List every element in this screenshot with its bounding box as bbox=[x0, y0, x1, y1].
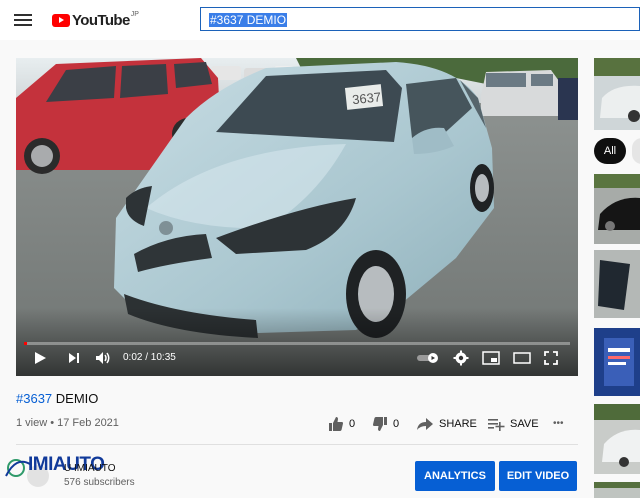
subscriber-count: 576 subscribers bbox=[64, 477, 135, 488]
player-controls: 0:02 / 10:35 bbox=[16, 346, 578, 376]
like-button[interactable]: 0 bbox=[328, 416, 355, 432]
hamburger-menu-icon[interactable] bbox=[14, 11, 32, 27]
youtube-logo[interactable]: YouTube JP bbox=[52, 10, 139, 30]
progress-fill bbox=[24, 342, 28, 345]
save-button[interactable]: SAVE bbox=[487, 416, 539, 432]
search-input[interactable]: #3637 DEMIO bbox=[200, 7, 640, 31]
volume-icon[interactable] bbox=[94, 350, 118, 374]
filter-chip[interactable] bbox=[632, 138, 640, 164]
hashtag-link[interactable]: #3637 bbox=[16, 391, 52, 406]
dislike-button[interactable]: 0 bbox=[372, 416, 399, 432]
autoplay-toggle-icon[interactable] bbox=[416, 352, 442, 376]
related-thumbnail[interactable] bbox=[594, 174, 640, 244]
related-thumbnail[interactable] bbox=[594, 328, 640, 396]
related-thumbnail[interactable] bbox=[594, 482, 640, 498]
edit-video-button[interactable]: EDIT VIDEO bbox=[499, 461, 577, 491]
next-icon[interactable] bbox=[66, 350, 90, 374]
like-count: 0 bbox=[349, 418, 356, 430]
fullscreen-icon[interactable] bbox=[543, 350, 567, 374]
youtube-play-icon bbox=[52, 13, 70, 27]
video-frame: 3637 bbox=[16, 58, 578, 376]
divider bbox=[16, 444, 578, 445]
thumbs-down-icon bbox=[373, 417, 387, 431]
progress-bar[interactable] bbox=[24, 342, 570, 345]
analytics-button[interactable]: ANALYTICS bbox=[415, 461, 495, 491]
related-thumbnail[interactable] bbox=[594, 404, 640, 474]
more-actions-icon[interactable]: ••• bbox=[553, 418, 564, 429]
related-thumbnail[interactable] bbox=[594, 58, 640, 130]
theater-mode-icon[interactable] bbox=[513, 350, 537, 374]
top-bar: YouTube JP #3637 DEMIO bbox=[0, 0, 640, 40]
filter-chip-all[interactable]: All bbox=[594, 138, 626, 164]
time-display: 0:02 / 10:35 bbox=[123, 352, 176, 363]
title-text: DEMIO bbox=[52, 391, 99, 406]
logo-text: YouTube bbox=[72, 11, 130, 29]
play-icon[interactable] bbox=[32, 350, 56, 374]
video-player[interactable]: 3637 0:02 / 10:35 bbox=[16, 58, 578, 376]
share-arrow-icon bbox=[417, 418, 433, 430]
thumbs-up-icon bbox=[329, 417, 343, 431]
save-label: SAVE bbox=[510, 418, 539, 430]
share-button[interactable]: SHARE bbox=[416, 416, 477, 432]
windshield-tag: 3637 bbox=[351, 89, 381, 107]
playlist-add-icon bbox=[488, 419, 505, 431]
miniplayer-icon[interactable] bbox=[482, 350, 506, 374]
video-title: #3637 DEMIO bbox=[16, 391, 98, 406]
related-thumbnail[interactable] bbox=[594, 250, 640, 318]
logo-region: JP bbox=[130, 11, 139, 18]
channel-name[interactable]: U IMIAUTO bbox=[64, 463, 115, 474]
share-label: SHARE bbox=[439, 418, 477, 430]
dislike-count: 0 bbox=[393, 418, 400, 430]
video-meta: 1 view • 17 Feb 2021 bbox=[16, 417, 119, 429]
settings-gear-icon[interactable] bbox=[453, 350, 477, 374]
related-sidebar bbox=[594, 58, 640, 498]
search-query[interactable]: #3637 DEMIO bbox=[209, 13, 288, 27]
